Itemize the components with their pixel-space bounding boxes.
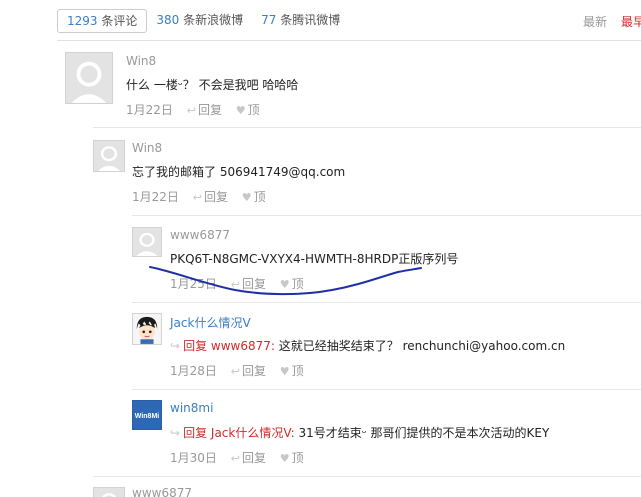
comment-meta: 1月30日 ↩ 回复 ♥ 顶 <box>170 449 304 466</box>
sort-options: 最新 最早 <box>583 13 641 30</box>
comment-text: 什么 一楼ᵕ？ 不会是我吧 哈哈哈 <box>126 78 299 92</box>
comment-meta: 1月22日 ↩ 回复 ♥ 顶 <box>126 101 260 118</box>
avatar[interactable]: Win8Mi <box>132 400 162 430</box>
comment-author[interactable]: Win8 <box>126 54 156 68</box>
sina-count: 380 <box>156 13 180 27</box>
comment-meta: 1月28日 ↩ 回复 ♥ 顶 <box>170 362 304 379</box>
like-button[interactable]: ♥ 顶 <box>280 451 304 465</box>
reply-to-user[interactable]: www6877: <box>211 339 275 353</box>
avatar[interactable] <box>93 140 125 172</box>
reply-to-user[interactable]: Jack什么情况V: <box>211 426 295 440</box>
like-button[interactable]: ♥ 顶 <box>280 364 304 378</box>
comment-divider <box>93 476 641 477</box>
comment-body: 这就已经抽奖结束了？ renchunchi@yahoo.com.cn <box>274 339 566 353</box>
comment-author[interactable]: win8mi <box>170 401 213 415</box>
comment-author[interactable]: Win8 <box>132 141 162 155</box>
comment-date: 1月28日 <box>170 364 217 378</box>
comment-text: ↪ 回复 Jack什么情况V: 31号才结束ᵕ 那哥们提供的不是本次活动的KEY <box>170 424 549 441</box>
sort-hottest[interactable]: 最早 <box>621 15 641 29</box>
reply-button[interactable]: ↩ 回复 <box>187 103 222 117</box>
reply-arrow-icon: ↪ <box>170 339 181 353</box>
default-avatar-icon <box>94 141 124 171</box>
default-avatar-icon <box>133 228 161 256</box>
heart-icon: ♥ <box>279 365 290 378</box>
comment-date: 1月30日 <box>170 451 217 465</box>
like-button[interactable]: ♥ 顶 <box>236 103 260 117</box>
comment-body: 31号才结束ᵕ 那哥们提供的不是本次活动的KEY <box>294 426 550 440</box>
reply-button[interactable]: ↩ 回复 <box>231 451 266 465</box>
avatar[interactable] <box>65 52 113 104</box>
reply-arrow-icon: ↪ <box>170 426 181 440</box>
heart-icon: ♥ <box>279 278 290 291</box>
reply-arrow-icon: ↩ <box>230 365 240 378</box>
tab-comments[interactable]: 1293 条评论 <box>57 9 148 33</box>
comment-date: 1月25日 <box>170 277 217 291</box>
default-avatar-icon <box>94 488 124 497</box>
reply-button[interactable]: ↩ 回复 <box>231 364 266 378</box>
comment-text: PKQ6T-N8GMC-VXYX4-HWMTH-8HRDP正版序列号 <box>170 252 459 266</box>
comment-divider <box>132 389 641 390</box>
avatar[interactable] <box>132 313 162 345</box>
tab-sina-weibo[interactable]: 380 条新浪微博 <box>147 9 252 33</box>
reply-button[interactable]: ↩ 回复 <box>231 277 266 291</box>
reply-prefix: 回复 <box>183 426 208 440</box>
cartoon-avatar-icon <box>133 314 161 344</box>
comments-count: 1293 <box>67 14 98 28</box>
heart-icon: ♥ <box>235 104 246 117</box>
comment-date: 1月22日 <box>126 103 173 117</box>
comment-author[interactable]: Jack什么情况V <box>170 314 251 331</box>
comment-author[interactable]: www6877 <box>170 228 230 242</box>
tab-tencent-weibo[interactable]: 77 条腾讯微博 <box>252 9 349 33</box>
reply-arrow-icon: ↩ <box>186 104 196 117</box>
reply-arrow-icon: ↩ <box>192 191 202 204</box>
comment-text: ↪ 回复 www6877: 这就已经抽奖结束了？ renchunchi@yahoo… <box>170 337 565 354</box>
comment-meta: 1月25日 ↩ 回复 ♥ 顶 <box>170 275 304 292</box>
comment-divider <box>93 127 641 128</box>
reply-arrow-icon: ↩ <box>230 278 240 291</box>
comment-divider <box>132 302 641 303</box>
heart-icon: ♥ <box>279 452 290 465</box>
comment-text: 忘了我的邮箱了 506941749@qq.com <box>132 165 346 179</box>
heart-icon: ♥ <box>241 191 252 204</box>
comment-tabs: 1293 条评论 380 条新浪微博 77 条腾讯微博 <box>57 9 349 33</box>
win8mi-logo-icon: Win8Mi <box>133 401 161 429</box>
tencent-label: 条腾讯微博 <box>280 13 341 27</box>
comment-meta: 1月22日 ↩ 回复 ♥ 顶 <box>132 188 266 205</box>
tencent-count: 77 <box>261 13 277 27</box>
sina-label: 条新浪微博 <box>183 13 244 27</box>
comment-author[interactable]: www6877 <box>132 486 192 497</box>
reply-prefix: 回复 <box>183 339 208 353</box>
like-button[interactable]: ♥ 顶 <box>242 190 266 204</box>
comment-divider <box>132 215 641 216</box>
comments-label: 条评论 <box>101 14 138 28</box>
comment-date: 1月22日 <box>132 190 179 204</box>
avatar[interactable] <box>93 487 125 497</box>
like-button[interactable]: ♥ 顶 <box>280 277 304 291</box>
reply-button[interactable]: ↩ 回复 <box>193 190 228 204</box>
header-divider <box>57 40 641 41</box>
reply-arrow-icon: ↩ <box>230 452 240 465</box>
sort-latest[interactable]: 最新 <box>583 15 607 29</box>
win8mi-logo-text: Win8Mi <box>135 413 159 420</box>
avatar[interactable] <box>132 227 162 257</box>
default-avatar-icon <box>66 53 112 103</box>
